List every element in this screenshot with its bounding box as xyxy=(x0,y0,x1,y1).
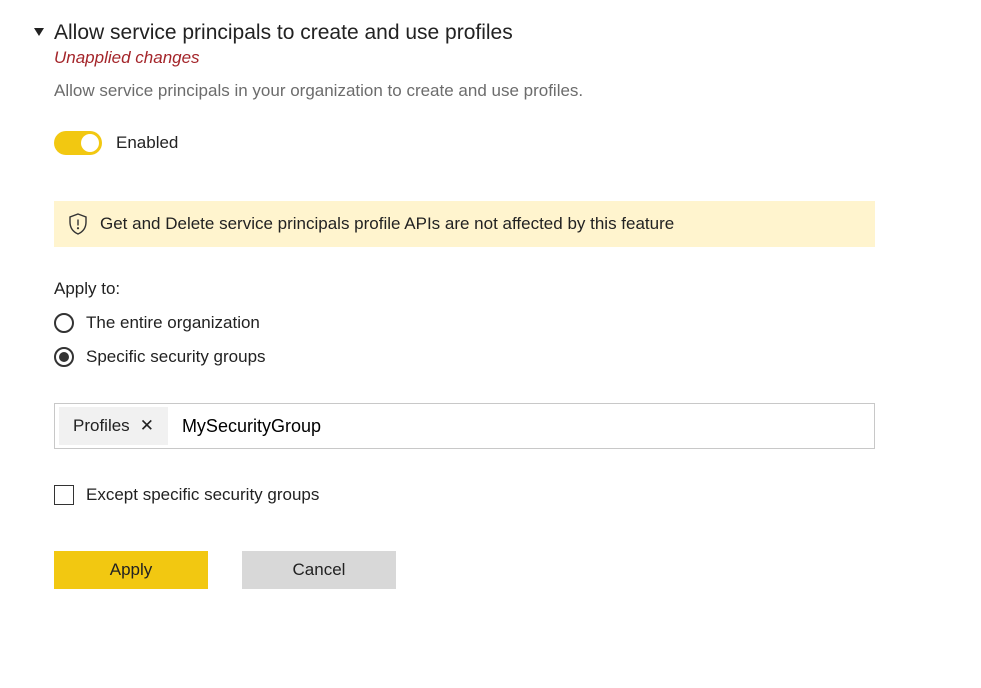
enabled-toggle-label: Enabled xyxy=(116,133,178,153)
radio-icon xyxy=(54,313,74,333)
except-specific-groups-checkbox[interactable]: Except specific security groups xyxy=(54,485,875,505)
chip-profiles: Profiles ✕ xyxy=(59,407,168,445)
radio-label-specific-groups: Specific security groups xyxy=(86,347,266,367)
radio-specific-security-groups[interactable]: Specific security groups xyxy=(54,347,875,367)
unapplied-changes-label: Unapplied changes xyxy=(54,48,875,68)
apply-button[interactable]: Apply xyxy=(54,551,208,589)
shield-warning-icon xyxy=(68,213,88,235)
chip-label: Profiles xyxy=(73,416,130,436)
enabled-toggle[interactable] xyxy=(54,131,102,155)
chip-remove-icon[interactable]: ✕ xyxy=(136,414,158,438)
info-banner: Get and Delete service principals profil… xyxy=(54,201,875,247)
except-checkbox-label: Except specific security groups xyxy=(86,485,319,505)
setting-description: Allow service principals in your organiz… xyxy=(54,80,875,103)
radio-icon xyxy=(54,347,74,367)
collapse-caret-icon[interactable] xyxy=(34,28,44,36)
radio-label-entire-org: The entire organization xyxy=(86,313,260,333)
info-banner-text: Get and Delete service principals profil… xyxy=(100,214,674,234)
radio-entire-organization[interactable]: The entire organization xyxy=(54,313,875,333)
setting-title: Allow service principals to create and u… xyxy=(54,20,875,46)
security-groups-input[interactable]: Profiles ✕ xyxy=(54,403,875,449)
checkbox-icon xyxy=(54,485,74,505)
security-groups-text-field[interactable] xyxy=(178,408,870,444)
toggle-knob xyxy=(81,134,99,152)
cancel-button[interactable]: Cancel xyxy=(242,551,396,589)
apply-to-label: Apply to: xyxy=(54,279,875,299)
